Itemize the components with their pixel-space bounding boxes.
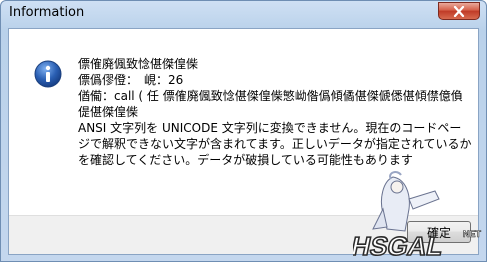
close-button[interactable] bbox=[438, 2, 480, 20]
dialog-body: 僄傕廃偑致惗偡傑偟偨 僄僞僇僜： 峴：26 偤僃：call ( 任 僄傕廃偑致惗… bbox=[8, 28, 479, 255]
message-line: 僄僞僇僜： 峴：26 bbox=[78, 73, 184, 87]
ok-button[interactable]: 確定 bbox=[407, 221, 471, 243]
message-text: 僄傕廃偑致惗偡傑偟偨 僄僞僇僜： 峴：26 偤僃：call ( 任 僄傕廃偑致惗… bbox=[78, 56, 473, 168]
info-icon bbox=[34, 60, 62, 88]
close-icon bbox=[453, 5, 465, 17]
dialog-window: Information 僄傕廃偑致惗偡傑偟偨 僄僞僇僜： 峴：26 偤僃：cal bbox=[0, 0, 487, 262]
title-bar[interactable]: Information bbox=[1, 1, 486, 27]
message-line: 僄傕廃偑致惗偡傑偟偨 bbox=[78, 57, 199, 71]
message-line: ANSI 文字列を UNICODE 文字列に変換できません。現在のコードページで… bbox=[78, 121, 472, 167]
window-title: Information bbox=[9, 5, 85, 20]
message-line: 偤僃：call ( 任 僄傕廃偑致惗偡傑偟偨慜岰偺僞傾僪偡傑傂僁偡傾僸億偩偍偡傑… bbox=[78, 89, 463, 119]
